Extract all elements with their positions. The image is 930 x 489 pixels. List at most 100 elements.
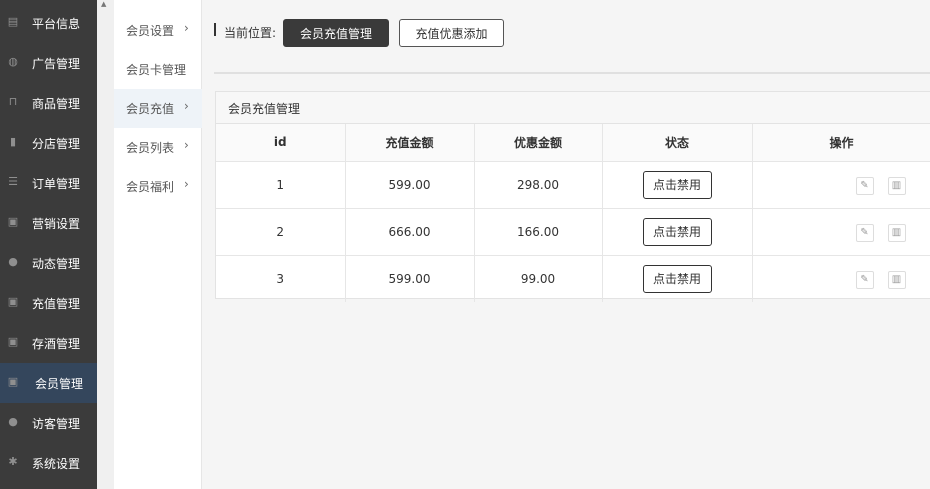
sidebar-item-news[interactable]: ● 动态管理 [0,243,97,283]
breadcrumb-marker [214,23,216,36]
sub-menu: 会员设置 › 会员卡管理 会员充值 › 会员列表 › 会员福利 › [114,0,202,489]
submenu-item-member-recharge[interactable]: 会员充值 › [114,89,202,128]
table-row: 1 599.00 298.00 点击禁用 ✎ ▥ [216,161,930,209]
cell-status: 点击禁用 [602,161,753,209]
cell-id: 1 [216,161,346,209]
list-icon: ☰ [8,175,18,188]
gift-icon: ▣ [7,215,19,228]
sidebar-item-label: 订单管理 [32,177,81,191]
cell-discount: 166.00 [474,208,603,256]
monitor-icon: ▤ [7,15,19,28]
cell-id: 3 [216,255,346,302]
submenu-item-member-list[interactable]: 会员列表 › [114,128,202,167]
sidebar-item-platform-info[interactable]: ▤ 平台信息 [0,3,97,43]
cell-status: 点击禁用 [602,208,753,256]
row-actions: ✎ ▥ [753,209,930,255]
submenu-item-label: 会员福利 [126,180,175,194]
sidebar-item-marketing[interactable]: ▣ 营销设置 [0,203,97,243]
user-icon: ● [8,415,18,428]
breadcrumb: 当前位置: 会员充值管理 充值优惠添加 [202,0,930,70]
cell-amount: 599.00 [345,161,475,209]
cell-actions: ✎ ▥ [752,208,930,256]
sidebar-item-settings[interactable]: ✱ 系统设置 [0,443,97,483]
main-content: 当前位置: 会员充值管理 充值优惠添加 会员充值管理 id 充值金额 优惠金额 … [202,0,930,489]
sidebar-item-wine-storage[interactable]: ▣ 存酒管理 [0,323,97,363]
divider [214,72,930,74]
chevron-right-icon: › [184,21,189,35]
chevron-right-icon: › [184,177,189,191]
cell-actions: ✎ ▥ [752,161,930,209]
sidebar-item-label: 平台信息 [32,17,81,31]
submenu-item-label: 会员列表 [126,141,175,155]
sidebar-item-label: 分店管理 [32,137,81,151]
sidebar-item-label: 会员管理 [35,377,84,391]
column-header-actions: 操作 [752,124,930,162]
edit-icon[interactable]: ✎ [855,270,874,289]
chevron-right-icon: › [184,138,189,152]
sidebar-item-recharge[interactable]: ▣ 充值管理 [0,283,97,323]
cart-icon: ⊓ [8,95,18,108]
sidebar-item-label: 系统设置 [32,457,81,471]
recharge-panel: 会员充值管理 id 充值金额 优惠金额 状态 操作 1 599.00 298.0… [215,91,930,302]
panel-header: 会员充值管理 [216,92,930,124]
trash-icon[interactable]: ▥ [887,270,906,289]
gift-icon: ▣ [7,335,19,348]
panel-title: 会员充值管理 [228,102,301,116]
sidebar-item-label: 营销设置 [32,217,81,231]
breadcrumb-label: 当前位置: [224,26,277,40]
cell-discount: 99.00 [474,255,603,302]
cell-discount: 298.00 [474,161,603,209]
submenu-item-member-cards[interactable]: 会员卡管理 [114,50,202,89]
cell-amount: 666.00 [345,208,475,256]
sidebar-item-visitors[interactable]: ● 访客管理 [0,403,97,443]
table-row: 2 666.00 166.00 点击禁用 ✎ ▥ [216,208,930,256]
submenu-item-label: 会员设置 [126,24,175,38]
sidebar-item-branches[interactable]: ▮ 分店管理 [0,123,97,163]
disable-button[interactable]: 点击禁用 [642,217,712,246]
current-page-button[interactable]: 会员充值管理 [283,19,389,47]
table-header-row: id 充值金额 优惠金额 状态 操作 [216,124,930,162]
sidebar-item-label: 商品管理 [32,97,81,111]
disable-button[interactable]: 点击禁用 [642,170,712,199]
trash-icon[interactable]: ▥ [887,223,906,242]
gear-icon: ✱ [8,455,18,468]
disable-button[interactable]: 点击禁用 [642,264,712,293]
recharge-table: id 充值金额 优惠金额 状态 操作 1 599.00 298.00 点击禁用 … [216,124,930,302]
submenu-item-label: 会员充值 [126,102,175,116]
column-header-status: 状态 [602,124,753,162]
sidebar-item-label: 广告管理 [32,57,81,71]
edit-icon[interactable]: ✎ [855,176,874,195]
row-actions: ✎ ▥ [753,162,930,208]
scrollbar-track[interactable] [97,0,114,489]
sidebar-item-label: 访客管理 [32,417,81,431]
sidebar-item-ads[interactable]: ◍ 广告管理 [0,43,97,83]
cell-id: 2 [216,208,346,256]
cell-status: 点击禁用 [602,255,753,302]
main-sidebar: ▤ 平台信息 ◍ 广告管理 ⊓ 商品管理 ▮ 分店管理 ☰ 订单管理 ▣ 营销设… [0,0,97,489]
edit-icon[interactable]: ✎ [855,223,874,242]
gift-icon: ▣ [7,375,19,388]
gift-icon: ▣ [7,295,19,308]
cell-actions: ✎ ▥ [752,255,930,302]
submenu-item-member-benefits[interactable]: 会员福利 › [114,167,202,206]
submenu-item-member-settings[interactable]: 会员设置 › [114,11,202,50]
add-recharge-discount-button[interactable]: 充值优惠添加 [399,19,504,47]
row-actions: ✎ ▥ [753,256,930,302]
globe-icon: ◍ [8,55,18,68]
trash-icon[interactable]: ▥ [887,176,906,195]
column-header-discount: 优惠金额 [474,124,603,162]
chevron-right-icon: › [184,99,189,113]
sidebar-item-products[interactable]: ⊓ 商品管理 [0,83,97,123]
table-row: 3 599.00 99.00 点击禁用 ✎ ▥ [216,255,930,302]
column-header-amount: 充值金额 [345,124,475,162]
sidebar-item-label: 动态管理 [32,257,81,271]
sidebar-item-members[interactable]: ▣ 会员管理 [0,363,97,403]
user-icon: ● [8,255,18,268]
sidebar-item-label: 充值管理 [32,297,81,311]
column-header-id: id [216,124,346,162]
sidebar-item-label: 存酒管理 [32,337,81,351]
sidebar-item-orders[interactable]: ☰ 订单管理 [0,163,97,203]
scroll-up-icon[interactable]: ▲ [101,0,109,8]
cell-amount: 599.00 [345,255,475,302]
book-icon: ▮ [9,135,17,148]
